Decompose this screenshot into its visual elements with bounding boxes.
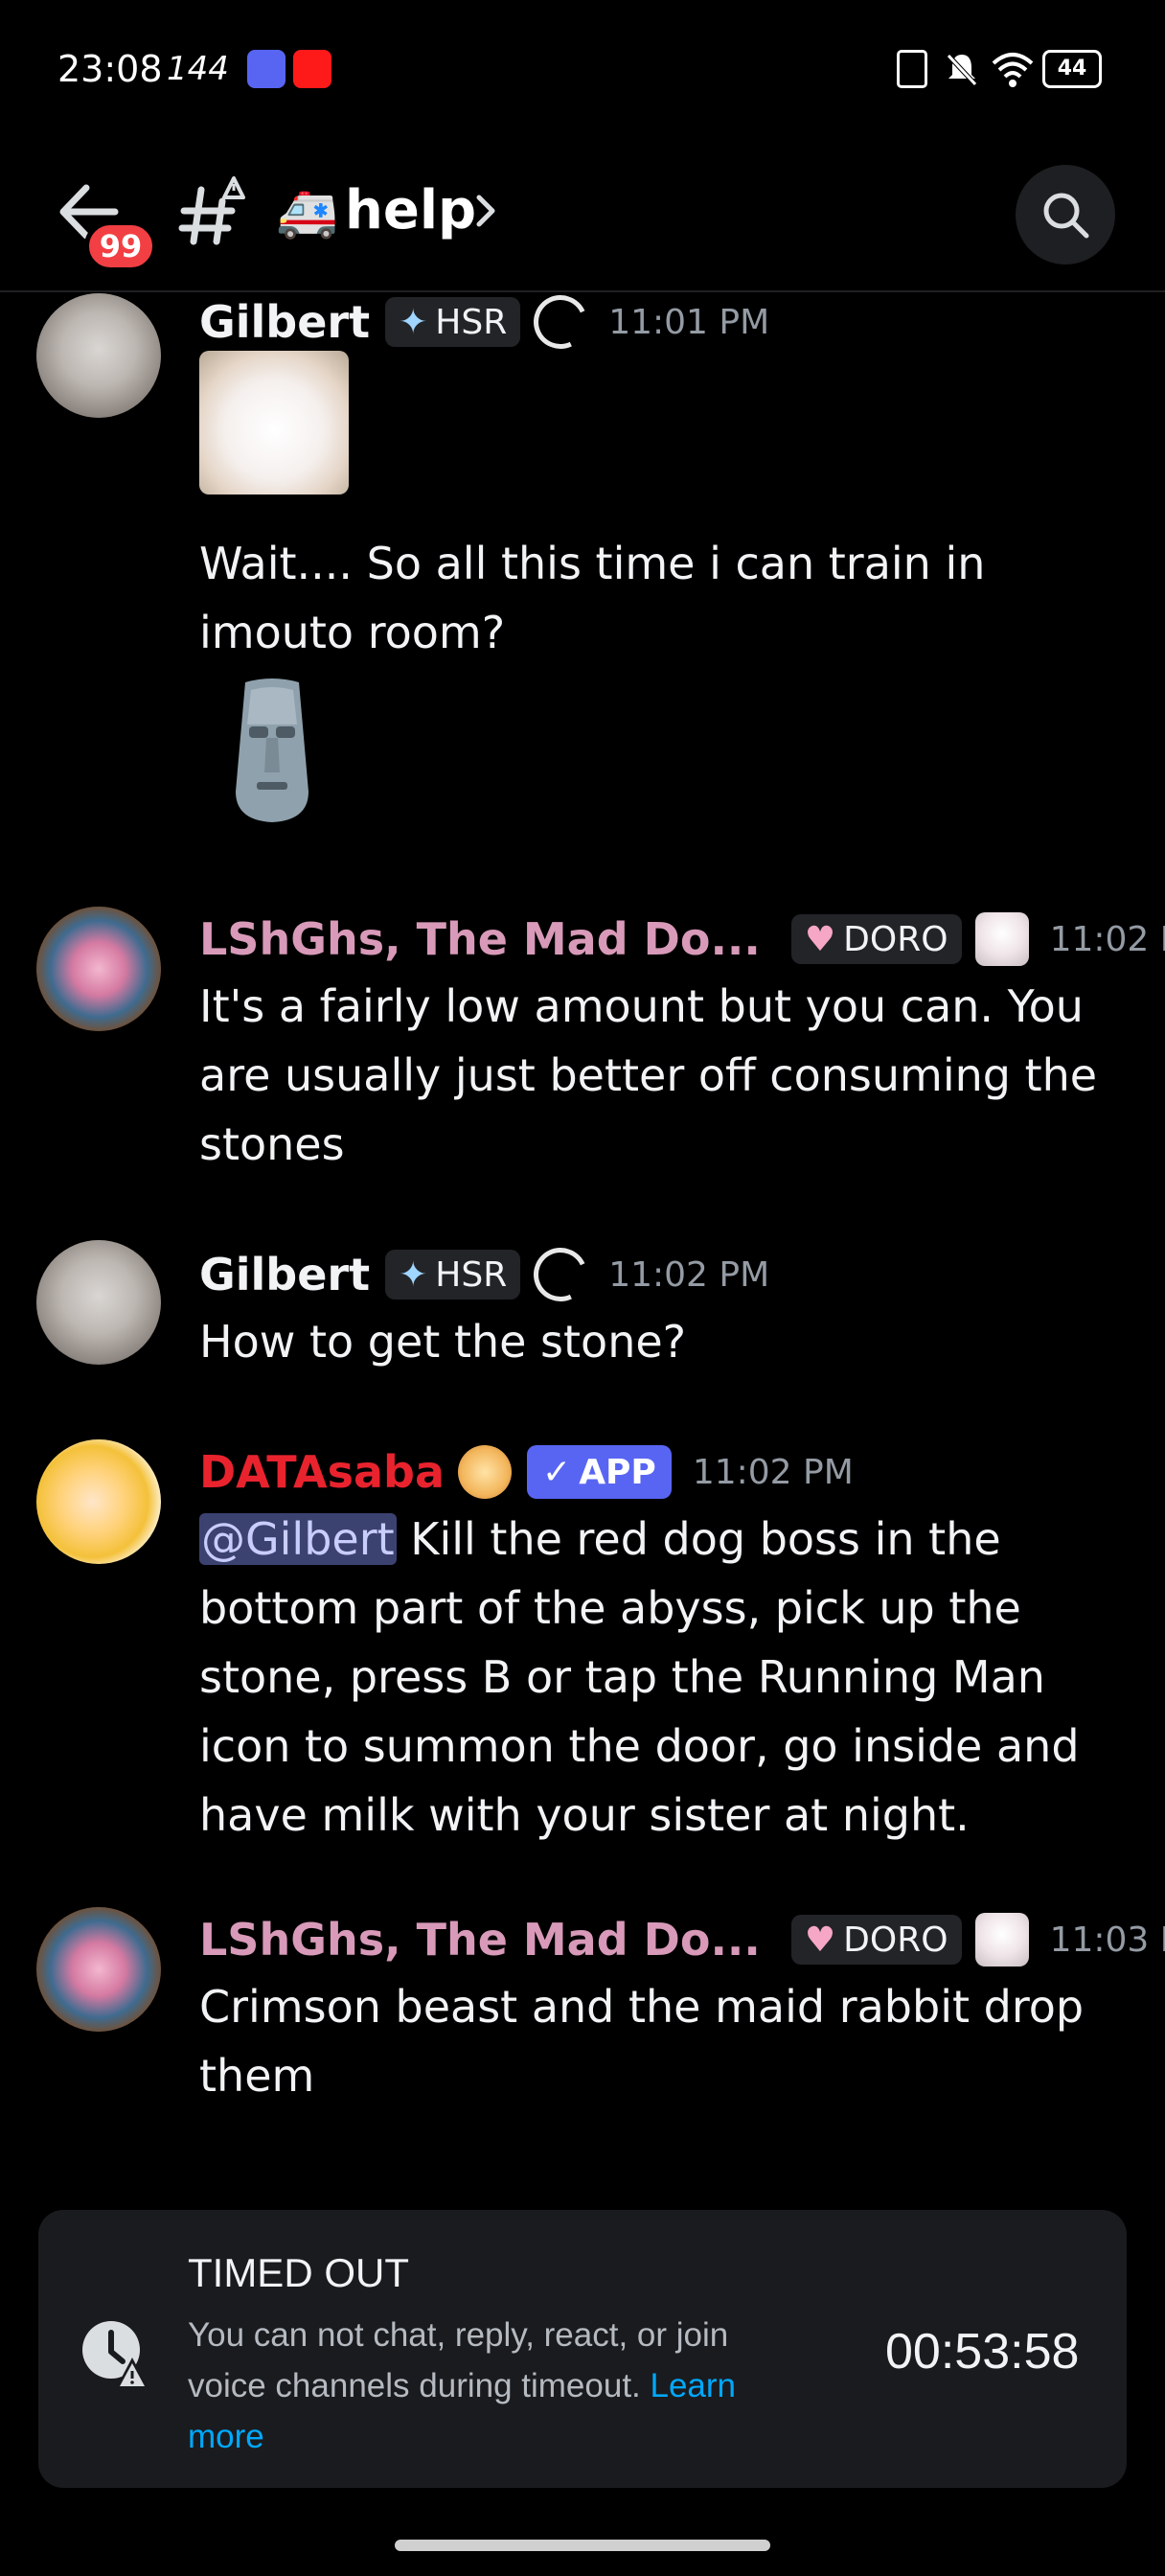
hsr-sparkle-icon: ✦ (399, 302, 428, 342)
avatar-decoration-icon (526, 288, 596, 356)
youtube-notification-icon (293, 50, 331, 88)
server-tag-label: DORO (843, 919, 948, 959)
channel-header: 99 🚑 help (0, 134, 1165, 292)
server-tag-label: HSR (435, 302, 508, 342)
chevron-right-icon[interactable] (471, 190, 500, 232)
timeout-description: You can not chat, reply, react, or join … (188, 2310, 801, 2462)
app-tag: ✓ APP (527, 1445, 672, 1499)
avatar-decoration-icon (974, 912, 1029, 966)
avatar[interactable] (36, 1439, 161, 1564)
message-text: How to get the stone? (199, 1316, 687, 1368)
message-text: It's a fairly low amount but you can. Yo… (199, 980, 1098, 1170)
timestamp: 11:03 PM (1049, 1920, 1165, 1960)
home-indicator[interactable] (395, 2540, 770, 2551)
moai-emoji-icon[interactable] (217, 677, 328, 826)
checkmark-icon: ✓ (542, 1452, 572, 1492)
user-mention[interactable]: @Gilbert (199, 1513, 397, 1565)
server-tag[interactable]: ♥ DORO (790, 914, 962, 964)
status-bar: 23:08 144 44 (0, 0, 1165, 134)
message-text: Wait.... So all this time i can train in… (199, 538, 986, 658)
nfc-icon (897, 50, 927, 88)
battery-indicator: 44 (1042, 50, 1102, 88)
timestamp: 11:02 PM (1049, 919, 1165, 959)
channel-name[interactable]: help (345, 172, 476, 249)
timeout-title: TIMED OUT (188, 2250, 409, 2295)
hsr-sparkle-icon: ✦ (399, 1254, 428, 1295)
search-button[interactable] (1016, 165, 1115, 264)
avatar[interactable] (36, 907, 161, 1031)
avatar-decoration-icon (974, 1913, 1029, 1966)
refresh-rate: 144 (167, 50, 229, 88)
timestamp: 11:02 PM (608, 1254, 770, 1295)
avatar-decoration-icon (526, 1240, 596, 1309)
pink-heart-icon: ♥ (804, 1920, 836, 1960)
username[interactable]: LShGhs, The Mad Do... (199, 1914, 761, 1966)
avatar[interactable] (36, 1907, 161, 2032)
username[interactable]: Gilbert (199, 296, 370, 348)
status-time: 23:08 (57, 48, 163, 90)
server-tag[interactable]: ✦ HSR (385, 1250, 521, 1300)
username[interactable]: Gilbert (199, 1249, 370, 1300)
server-tag[interactable]: ♥ DORO (790, 1915, 962, 1965)
sticker-image[interactable] (199, 351, 349, 494)
timeout-notice: TIMED OUT You can not chat, reply, react… (38, 2210, 1127, 2488)
message-text: Crimson beast and the maid rabbit drop t… (199, 1981, 1085, 2102)
avatar[interactable] (36, 293, 161, 418)
timestamp: 11:02 PM (692, 1452, 854, 1492)
bell-muted-icon (947, 54, 977, 86)
message-text: @Gilbert Kill the red dog boss in the bo… (199, 1505, 1129, 1850)
timeout-countdown: 00:53:58 (885, 2324, 1080, 2380)
timeout-body-text: You can not chat, reply, react, or join … (188, 2316, 729, 2404)
search-icon (1043, 193, 1089, 239)
channel-emoji: 🚑 (276, 184, 338, 242)
timestamp: 11:01 PM (608, 302, 770, 342)
unread-badge: 99 (84, 220, 157, 272)
username[interactable]: LShGhs, The Mad Do... (199, 913, 761, 965)
server-tag[interactable]: ✦ HSR (385, 297, 521, 347)
server-tag-label: HSR (435, 1254, 508, 1295)
role-icon (458, 1445, 513, 1499)
wifi-icon (992, 53, 1034, 87)
discord-notification-icon (247, 50, 286, 88)
app-tag-label: APP (579, 1452, 656, 1492)
pink-heart-icon: ♥ (804, 919, 836, 959)
text-channel-icon (178, 176, 245, 245)
username[interactable]: DATAsaba (199, 1446, 445, 1498)
server-tag-label: DORO (843, 1920, 948, 1960)
avatar[interactable] (36, 1240, 161, 1365)
clock-warning-icon (82, 2321, 149, 2390)
